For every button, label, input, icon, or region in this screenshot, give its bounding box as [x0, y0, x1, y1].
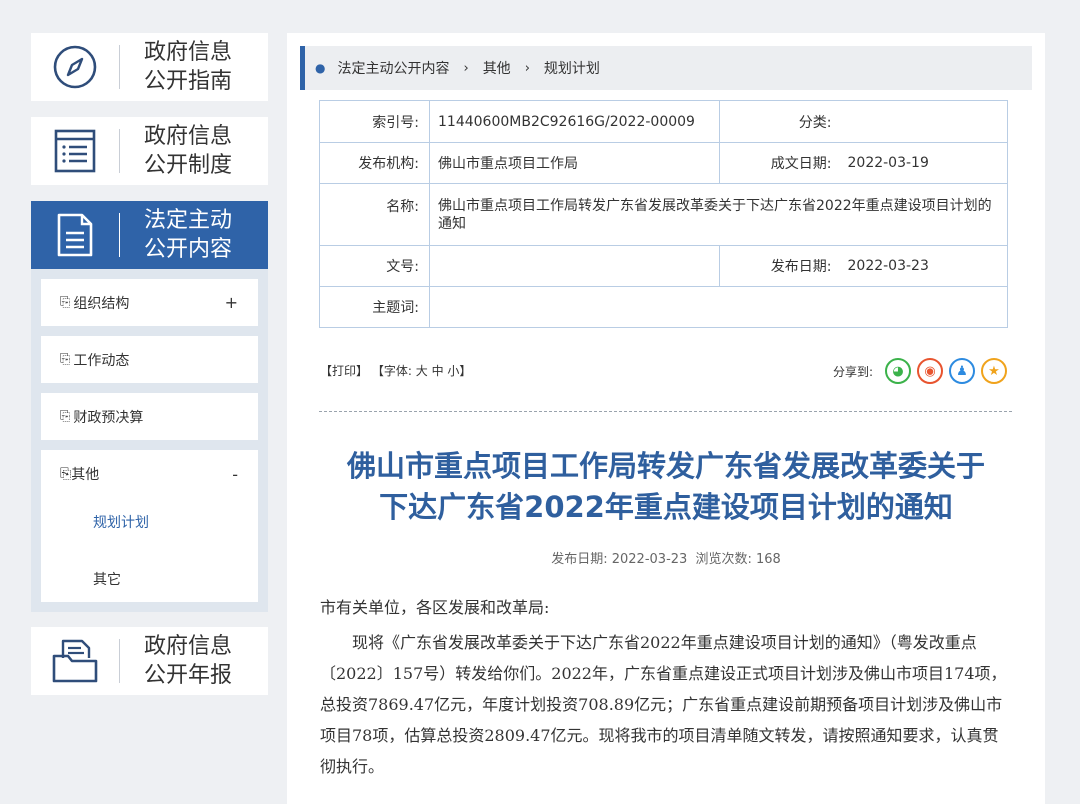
sidebar-subitem-others[interactable]: 其它: [93, 559, 121, 599]
weibo-icon[interactable]: ◉: [917, 358, 943, 384]
sidebar-item-label: 其他: [71, 467, 100, 483]
chevron-right-icon: ›: [524, 60, 530, 76]
breadcrumb-item-mandatory[interactable]: 法定主动公开内容: [337, 58, 449, 78]
sidebar-card-system[interactable]: 政府信息 公开制度: [31, 117, 268, 185]
folder-doc-icon: [31, 627, 119, 695]
sidebar-item-other[interactable]: ⎘ 其他: [60, 454, 240, 494]
doc-icon: ⎘: [60, 352, 71, 367]
qq-icon[interactable]: ♟: [949, 358, 975, 384]
category-value: [839, 100, 1008, 143]
keyword-value: [429, 286, 1008, 328]
article-greeting: 市有关单位，各区发展和改革局:: [320, 598, 550, 617]
category-label: 分类:: [719, 100, 840, 143]
org-value: 佛山市重点项目工作局: [429, 142, 720, 184]
article-body: 市有关单位，各区发展和改革局: 现将《广东省发展改革委关于下达广东省2022年重…: [320, 592, 1010, 786]
favorite-star-icon[interactable]: ★: [981, 358, 1007, 384]
docno-label: 文号:: [319, 245, 430, 287]
sidebar-item-other-panel: ⎘ 其他 - 规划计划 其它: [41, 450, 258, 602]
created-date-label: 成文日期:: [719, 142, 840, 184]
pub-date-label: 发布日期:: [719, 245, 840, 287]
font-medium-button[interactable]: 中: [432, 364, 444, 378]
pub-date-value: 2022-03-23: [839, 245, 1008, 287]
keyword-label: 主题词:: [319, 286, 430, 328]
sidebar-item-label: 工作动态: [73, 352, 130, 369]
font-size-label: 【字体:: [371, 364, 412, 378]
article-pubdate: 发布日期: 2022-03-23: [551, 552, 688, 567]
sidebar-item-org[interactable]: ⎘ 组织结构 +: [41, 279, 258, 326]
sidebar-item-label: 财政预决算: [73, 409, 144, 426]
compass-icon: [31, 33, 119, 101]
breadcrumb-item-plan[interactable]: 规划计划: [544, 58, 600, 78]
breadcrumb: ● 法定主动公开内容 › 其他 › 规划计划: [300, 46, 1032, 90]
sidebar-submenu: ⎘ 组织结构 + ⎘ 工作动态 ⎘ 财政预决算 ⎘ 其他 - 规划计划 其它: [31, 269, 268, 612]
sidebar-card-annual[interactable]: 政府信息 公开年报: [31, 627, 268, 695]
sidebar-item-budget[interactable]: ⎘ 财政预决算: [41, 393, 258, 440]
doc-icon: ⎘: [60, 295, 71, 310]
sidebar-card-guide[interactable]: 政府信息 公开指南: [31, 33, 268, 101]
font-large-button[interactable]: 大: [416, 364, 428, 378]
list-doc-icon: [31, 117, 119, 185]
sidebar-subitem-plan[interactable]: 规划计划: [93, 502, 149, 542]
card-label: 政府信息 公开指南: [144, 40, 233, 94]
print-button[interactable]: 【打印】: [320, 364, 368, 378]
share-bar: 分享到: ◕ ◉ ♟ ★: [833, 358, 1007, 384]
docno-value: [429, 245, 720, 287]
article-title: 佛山市重点项目工作局转发广东省发展改革委关于 下达广东省2022年重点建设项目计…: [346, 449, 985, 524]
divider: [319, 411, 1012, 412]
chevron-right-icon: ›: [463, 60, 469, 76]
doc-icon: ⎘: [60, 409, 71, 424]
location-pin-icon: ●: [315, 61, 326, 75]
article-paragraph: 现将《广东省发展改革委关于下达广东省2022年重点建设项目计划的通知》（粤发改重…: [320, 633, 1007, 776]
article-pubinfo: 发布日期: 2022-03-23 浏览次数: 168: [287, 548, 1045, 567]
collapse-icon[interactable]: -: [232, 454, 238, 494]
document-icon: [31, 201, 119, 269]
card-label: 法定主动 公开内容: [144, 208, 233, 262]
org-label: 发布机构:: [319, 142, 430, 184]
sidebar-item-news[interactable]: ⎘ 工作动态: [41, 336, 258, 383]
name-value: 佛山市重点项目工作局转发广东省发展改革委关于下达广东省2022年重点建设项目计划…: [429, 183, 1008, 246]
article-tools: 【打印】 【字体: 大 中 小】: [320, 362, 471, 379]
expand-icon[interactable]: +: [225, 293, 238, 312]
metadata-table: 索引号: 11440600MB2C92616G/2022-00009 分类: 发…: [319, 100, 1008, 328]
main-content: ● 法定主动公开内容 › 其他 › 规划计划 索引号: 11440600MB2C…: [287, 33, 1045, 804]
font-small-button[interactable]: 小: [447, 364, 459, 378]
doc-icon: ⎘: [60, 466, 72, 482]
wechat-icon[interactable]: ◕: [885, 358, 911, 384]
index-label: 索引号:: [319, 100, 430, 143]
card-label: 政府信息 公开年报: [144, 634, 233, 688]
share-label: 分享到:: [832, 364, 873, 379]
sidebar-card-mandatory[interactable]: 法定主动 公开内容: [31, 201, 268, 269]
name-label: 名称:: [319, 183, 430, 246]
created-date-value: 2022-03-19: [839, 142, 1008, 184]
font-size-suffix: 】: [459, 364, 472, 378]
card-label: 政府信息 公开制度: [144, 124, 233, 178]
index-value: 11440600MB2C92616G/2022-00009: [429, 100, 720, 143]
breadcrumb-item-other[interactable]: 其他: [483, 58, 511, 78]
article-views: 浏览次数: 168: [695, 552, 781, 567]
sidebar-item-label: 组织结构: [73, 295, 130, 312]
